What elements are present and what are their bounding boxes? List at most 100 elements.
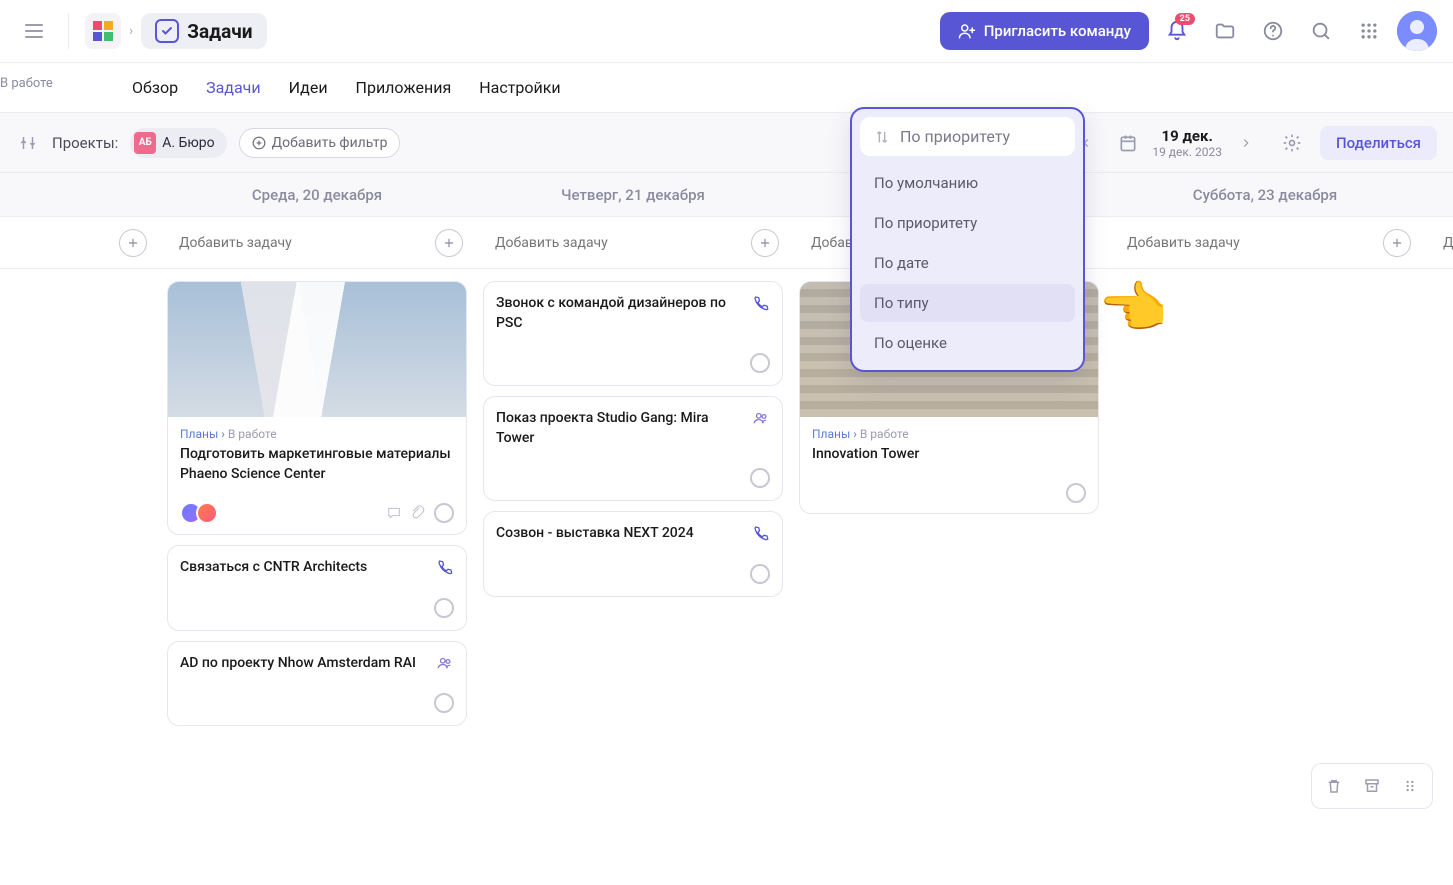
col-head-sat: Суббота, 23 декабря <box>1107 186 1423 204</box>
notifications-button[interactable]: 25 <box>1157 11 1197 51</box>
assignee-avatar[interactable] <box>196 502 218 524</box>
add-task-input-wed[interactable] <box>171 235 435 251</box>
search-icon <box>1310 20 1332 42</box>
help-button[interactable] <box>1253 11 1293 51</box>
user-avatar[interactable] <box>1397 11 1437 51</box>
pointing-hand-emoji: 👉 <box>1100 275 1170 341</box>
assignees <box>180 502 218 524</box>
col-trunc <box>0 281 159 873</box>
add-task-row <box>0 217 1453 269</box>
drag-handle[interactable] <box>1396 772 1424 800</box>
search-button[interactable] <box>1301 11 1341 51</box>
sort-opt-priority[interactable]: По приоритету <box>860 204 1075 242</box>
projects-label: Проекты: <box>52 134 118 152</box>
sort-opt-default[interactable]: По умолчанию <box>860 164 1075 202</box>
attachment-icon <box>410 505 426 521</box>
sort-options: По умолчанию По приоритету По дате По ти… <box>860 164 1075 362</box>
status-circle[interactable] <box>434 598 454 618</box>
status-circle[interactable] <box>750 564 770 584</box>
toolbar: Проекты: АБ А. Бюро Добавить фильтр 19 д <box>0 113 1453 173</box>
date-display[interactable]: 19 дек. 19 дек. 2023 <box>1152 127 1222 159</box>
truncated-context: В работе <box>0 76 53 91</box>
tasks-icon <box>155 19 179 43</box>
status-circle[interactable] <box>750 353 770 373</box>
card-title: Показ проекта Studio Gang: Mira Tower <box>496 409 744 448</box>
sort-opt-type[interactable]: По типу <box>860 284 1075 322</box>
call-icon <box>752 294 770 312</box>
divider <box>68 13 69 49</box>
date-main: 19 дек. <box>1162 127 1213 145</box>
add-filter-button[interactable]: Добавить фильтр <box>239 128 401 158</box>
status-circle[interactable] <box>434 693 454 713</box>
task-card[interactable]: Созвон - выставка NEXT 2024 <box>483 511 783 597</box>
add-task-wed[interactable] <box>435 229 463 257</box>
tab-apps[interactable]: Приложения <box>356 74 452 101</box>
project-avatar: АБ <box>134 132 156 154</box>
plus-circle-icon <box>252 136 266 150</box>
add-task-trunc[interactable] <box>119 229 147 257</box>
tab-overview[interactable]: Обзор <box>132 74 178 101</box>
card-title: Звонок с командой дизайнеров по PSC <box>496 294 744 333</box>
date-navigator: 19 дек. 19 дек. 2023 <box>1068 125 1264 161</box>
status-circle[interactable] <box>750 468 770 488</box>
sort-dropdown: По приоритету По умолчанию По приоритету… <box>850 107 1085 372</box>
add-task-input-thu[interactable] <box>487 235 751 251</box>
help-icon <box>1262 20 1284 42</box>
sort-opt-estimate[interactable]: По оценке <box>860 324 1075 362</box>
card-title: Подготовить маркетинговые материалы Phae… <box>180 445 454 484</box>
col-head-wed: Среда, 20 декабря <box>159 186 475 204</box>
card-title: Созвон - выставка NEXT 2024 <box>496 524 744 544</box>
hamburger-menu[interactable] <box>16 13 52 49</box>
trash-button[interactable] <box>1320 772 1348 800</box>
task-card[interactable]: Звонок с командой дизайнеров по PSC <box>483 281 783 386</box>
calendar-button[interactable] <box>1110 125 1146 161</box>
add-task-input-sat[interactable] <box>1119 235 1383 251</box>
sort-opt-date[interactable]: По дате <box>860 244 1075 282</box>
task-card[interactable]: Показ проекта Studio Gang: Mira Tower <box>483 396 783 501</box>
col-thu: Звонок с командой дизайнеров по PSC Пока… <box>475 281 791 873</box>
task-card[interactable]: AD по проекту Nhow Amsterdam RAI <box>167 641 467 727</box>
task-card[interactable]: Планы › В работе Подготовить маркетингов… <box>167 281 467 535</box>
tab-settings[interactable]: Настройки <box>479 74 560 101</box>
date-next[interactable] <box>1228 125 1264 161</box>
status-circle[interactable] <box>1066 483 1086 503</box>
project-chip[interactable]: АБ А. Бюро <box>130 128 226 158</box>
date-sub: 19 дек. 2023 <box>1152 145 1222 159</box>
task-card[interactable]: Связаться с CNTR Architects <box>167 545 467 631</box>
settings-gear[interactable] <box>1274 125 1310 161</box>
status-circle[interactable] <box>434 503 454 523</box>
share-button[interactable]: Поделиться <box>1320 126 1437 160</box>
trash-icon <box>1325 777 1343 795</box>
archive-button[interactable] <box>1358 772 1386 800</box>
add-task-sat[interactable] <box>1383 229 1411 257</box>
nav-tabs: Обзор Задачи Идеи Приложения Настройки <box>0 63 1453 113</box>
apps-grid-button[interactable] <box>1349 11 1389 51</box>
tab-ideas[interactable]: Идеи <box>289 74 328 101</box>
plus-icon <box>126 236 140 250</box>
user-plus-icon <box>958 22 976 40</box>
comment-icon <box>386 505 402 521</box>
tab-tasks[interactable]: Задачи <box>206 74 261 101</box>
invite-label: Пригласить команду <box>984 22 1131 40</box>
chevron-right-icon: › <box>129 23 133 39</box>
card-image <box>168 282 466 417</box>
col-wed: Планы › В работе Подготовить маркетингов… <box>159 281 475 873</box>
invite-team-button[interactable]: Пригласить команду <box>940 12 1149 50</box>
board-headers: Среда, 20 декабря Четверг, 21 декабря Пя… <box>0 173 1453 217</box>
call-icon <box>752 524 770 542</box>
project-name: А. Бюро <box>162 135 214 151</box>
page-pill[interactable]: Задачи <box>141 13 266 49</box>
avatar-icon <box>1397 11 1437 51</box>
notif-badge: 25 <box>1175 13 1195 25</box>
add-task-input-sun[interactable] <box>1435 235 1453 251</box>
workspace-switcher[interactable] <box>85 13 121 49</box>
add-task-thu[interactable] <box>751 229 779 257</box>
sort-trigger-label: По приоритету <box>900 127 1010 146</box>
col-head-sun: Во <box>1423 186 1453 204</box>
card-breadcrumb: Планы › В работе <box>180 427 454 441</box>
gear-icon <box>1282 133 1302 153</box>
sort-trigger[interactable]: По приоритету <box>860 117 1075 156</box>
folder-button[interactable] <box>1205 11 1245 51</box>
filter-toggle[interactable] <box>16 131 40 155</box>
topbar-right: Пригласить команду 25 <box>940 11 1437 51</box>
